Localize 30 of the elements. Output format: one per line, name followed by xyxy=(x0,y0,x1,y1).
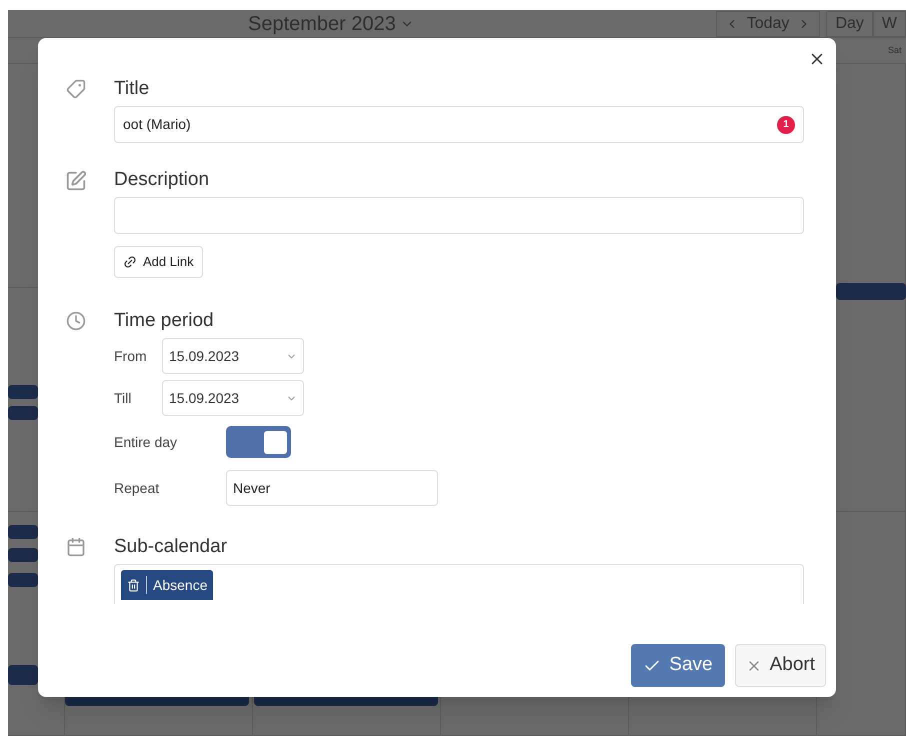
subcalendar-field[interactable]: Absence xyxy=(114,564,804,604)
repeat-field[interactable]: Never xyxy=(226,470,438,506)
subcalendar-chip[interactable]: Absence xyxy=(121,570,214,600)
notification-badge[interactable]: 1 xyxy=(777,116,795,134)
title-value: oot (Mario) xyxy=(123,115,192,134)
field-label: Entire day xyxy=(114,432,178,452)
section-label: Sub-calendar xyxy=(114,536,228,558)
chip-label: Absence xyxy=(153,576,208,594)
weekday-label: Sat xyxy=(888,44,903,57)
trash-icon[interactable] xyxy=(127,578,140,592)
entire-day-toggle[interactable] xyxy=(226,426,291,458)
add-link-button[interactable]: Add Link xyxy=(114,246,203,278)
title-field[interactable]: oot (Mario) 1 xyxy=(114,106,804,143)
date-field[interactable]: 15.09.2023 xyxy=(162,380,304,416)
section-label: Title xyxy=(114,78,150,100)
field-label: Repeat xyxy=(114,478,160,498)
date-value: 15.09.2023 xyxy=(169,346,240,366)
date-field[interactable]: 15.09.2023 xyxy=(162,338,304,374)
section-label: Time period xyxy=(114,310,215,332)
save-button[interactable]: Save xyxy=(631,644,725,687)
calendar-icon xyxy=(66,537,86,557)
clock-icon xyxy=(66,311,86,331)
field-label: From xyxy=(114,346,148,366)
section-label: Description xyxy=(114,169,210,191)
edit-icon xyxy=(65,170,87,192)
date-value: 15.09.2023 xyxy=(169,388,240,408)
description-field[interactable] xyxy=(114,197,804,234)
field-label: Till xyxy=(114,388,132,408)
abort-button[interactable]: Abort xyxy=(734,644,826,687)
tag-icon xyxy=(66,79,86,99)
